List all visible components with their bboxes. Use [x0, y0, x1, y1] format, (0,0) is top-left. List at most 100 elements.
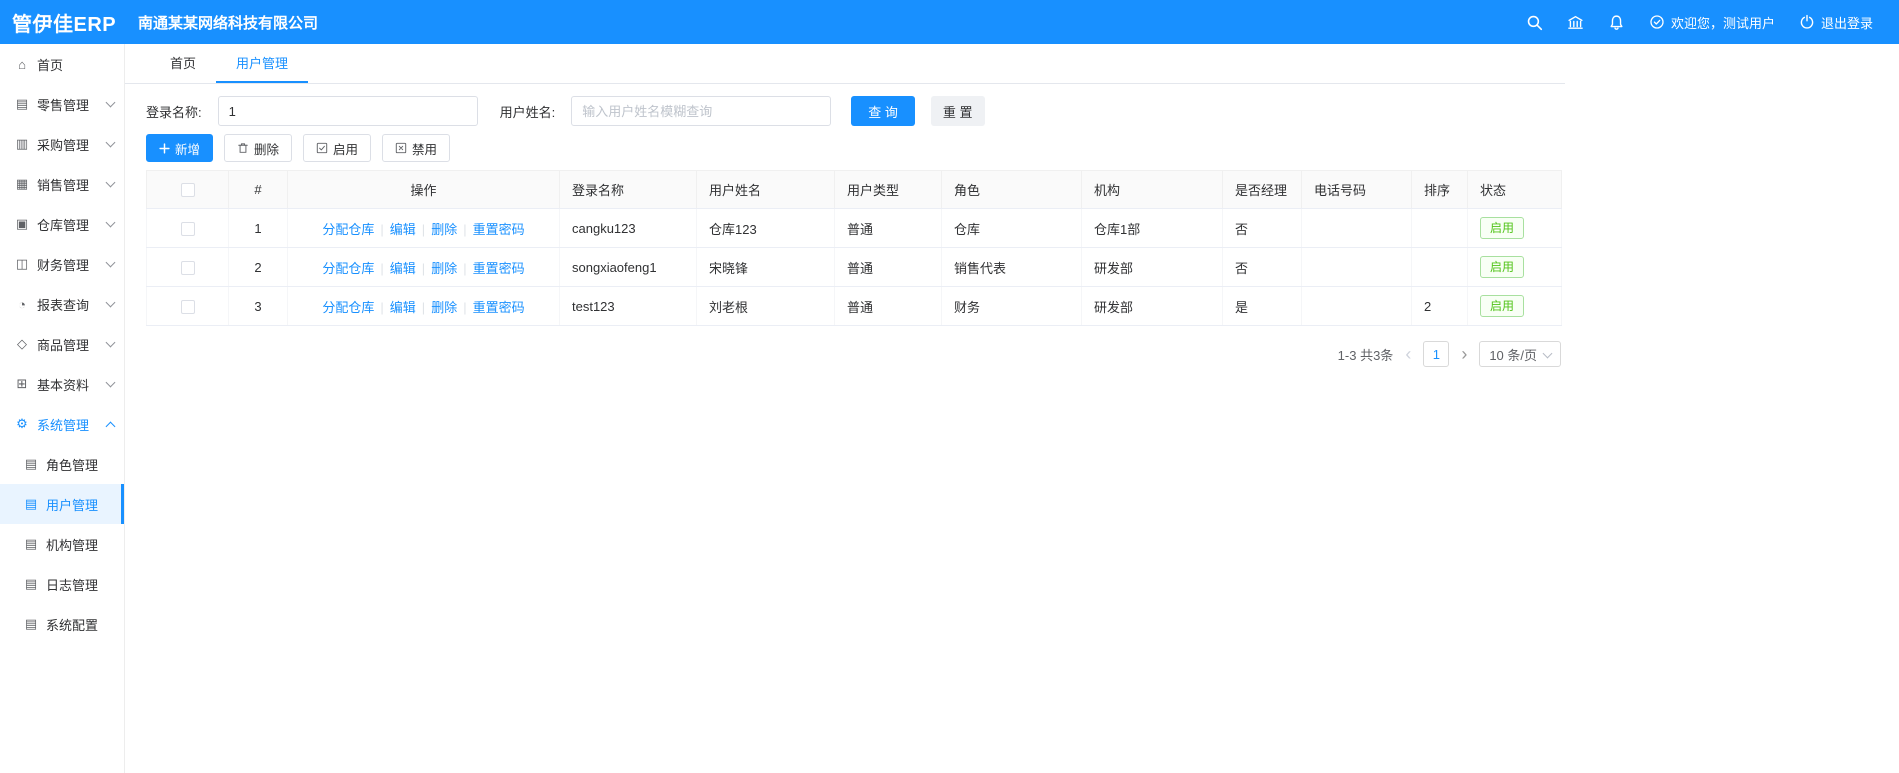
sidebar-item-goods[interactable]: ◇ 商品管理 — [0, 324, 124, 364]
table-row: 2 分配仓库 编辑删除 重置密码 songxiaofeng1 宋晓锋 普通 销售代表… — [146, 247, 1562, 287]
row-checkbox[interactable] — [180, 260, 195, 275]
column-header: 排序 — [1411, 170, 1468, 209]
filter-bar: 登录名称: 用户姓名: 查 询 重 置 — [146, 96, 1565, 126]
reset-password-link[interactable]: 重置密码 — [473, 261, 525, 276]
delete-link[interactable]: 删除 — [431, 222, 457, 237]
cell-manager: 否 — [1222, 208, 1302, 248]
tab-home[interactable]: 首页 — [150, 44, 216, 83]
top-header: 管伊佳ERP 南通某某网络科技有限公司 欢迎您，测试用户 退出登录 — [0, 0, 1899, 44]
user-name-input[interactable] — [571, 96, 832, 126]
edit-link[interactable]: 编辑 — [390, 261, 416, 276]
sidebar-item-finance[interactable]: ◫ 财务管理 — [0, 244, 124, 284]
link-separator — [422, 261, 425, 276]
sidebar-subitem-config[interactable]: ▤ 系统配置 — [0, 604, 124, 644]
add-button[interactable]: 新增 — [146, 134, 214, 162]
row-checkbox[interactable] — [180, 221, 195, 236]
cell-status: 启用 — [1467, 247, 1562, 287]
bank-icon[interactable] — [1567, 14, 1584, 31]
current-page[interactable]: 1 — [1423, 341, 1450, 367]
enable-button[interactable]: 启用 — [303, 134, 372, 162]
cell-phone — [1301, 247, 1412, 287]
row-checkbox[interactable] — [180, 299, 195, 314]
assign-warehouse-link[interactable]: 分配仓库 — [322, 222, 374, 237]
trash-icon — [238, 143, 248, 153]
basic-icon: ⊞ — [16, 376, 28, 391]
column-header: 状态 — [1467, 170, 1562, 209]
doc-icon: ▤ — [24, 616, 38, 631]
cell-phone — [1301, 208, 1412, 248]
tab-bar: 首页 用户管理 — [125, 44, 1565, 84]
status-badge[interactable]: 启用 — [1480, 256, 1525, 278]
prev-page-button[interactable] — [1401, 345, 1415, 363]
sidebar-item-retail[interactable]: ▤ 零售管理 — [0, 84, 124, 124]
goods-icon: ◇ — [17, 336, 27, 351]
doc-icon: ▤ — [24, 496, 38, 511]
warehouse-icon: ▣ — [15, 216, 29, 231]
sidebar-item-purchase[interactable]: ▥ 采购管理 — [0, 124, 124, 164]
user-table: #操作登录名称用户姓名用户类型角色机构是否经理电话号码排序状态 1 分配仓库编辑… — [146, 170, 1562, 326]
chevron-down-icon — [105, 137, 116, 147]
edit-link[interactable]: 编辑 — [390, 300, 416, 315]
sidebar-item-sales[interactable]: ▦ 销售管理 — [0, 164, 124, 204]
sidebar-item-warehouse[interactable]: ▣ 仓库管理 — [0, 204, 124, 244]
chevron-down-icon — [105, 97, 116, 107]
bell-icon[interactable] — [1608, 14, 1625, 31]
table-body: 1 分配仓库编辑删除重置密码 cangku123 仓库123 普通 仓库 仓库1… — [146, 208, 1562, 326]
delete-link[interactable]: 删除 — [431, 300, 457, 315]
status-badge[interactable]: 启用 — [1480, 295, 1525, 317]
delete-button[interactable]: 删除 — [224, 134, 293, 162]
welcome-text: 欢迎您，测试用户 — [1670, 15, 1775, 31]
retail-icon: ▤ — [15, 96, 29, 111]
column-header: 机构 — [1081, 170, 1223, 209]
disable-button[interactable]: 禁用 — [382, 134, 451, 162]
assign-warehouse-link[interactable]: 分配仓库 — [322, 300, 374, 315]
row-index: 3 — [228, 286, 288, 326]
next-page-button[interactable] — [1457, 345, 1471, 363]
reset-password-link[interactable]: 重置密码 — [473, 300, 525, 315]
cell-sort — [1411, 208, 1468, 248]
delete-link[interactable]: 删除 — [431, 261, 457, 276]
sidebar-subitem-user[interactable]: ▤ 用户管理 — [0, 484, 124, 524]
logout-button[interactable]: 退出登录 — [1799, 13, 1873, 32]
row-actions: 分配仓库 编辑删除 重置密码 — [287, 247, 560, 287]
cell-login: test123 — [559, 286, 697, 326]
login-name-input[interactable] — [217, 96, 478, 126]
cell-manager: 是 — [1222, 286, 1302, 326]
sidebar-subitem-role[interactable]: ▤ 角色管理 — [0, 444, 124, 484]
cell-status: 启用 — [1467, 208, 1562, 248]
cell-usertype: 普通 — [834, 208, 942, 248]
welcome-user[interactable]: 欢迎您，测试用户 — [1649, 13, 1775, 32]
page-size-select[interactable]: 10 条/页 — [1479, 341, 1561, 367]
link-separator — [380, 300, 383, 315]
select-all-checkbox[interactable] — [180, 183, 195, 198]
sidebar-item-report[interactable]: ◔ 报表查询 — [0, 284, 124, 324]
column-header: 登录名称 — [559, 170, 697, 209]
row-actions: 分配仓库 编辑删除 重置密码 — [287, 286, 560, 326]
column-header: 电话号码 — [1301, 170, 1412, 209]
reset-password-link[interactable]: 重置密码 — [473, 222, 525, 237]
edit-link[interactable]: 编辑 — [390, 222, 416, 237]
sidebar-subitem-log[interactable]: ▤ 日志管理 — [0, 564, 124, 604]
chevron-up-icon — [105, 421, 116, 431]
link-separator — [463, 222, 466, 237]
app-logo: 管伊佳ERP — [12, 13, 117, 36]
company-name: 南通某某网络科技有限公司 — [138, 14, 319, 32]
cell-status: 启用 — [1467, 286, 1562, 326]
search-button[interactable]: 查 询 — [851, 96, 915, 126]
table-row: 1 分配仓库 编辑删除 重置密码 cangku123 仓库123 普通 仓库 仓库1… — [146, 208, 1562, 248]
tab-user-management[interactable]: 用户管理 — [216, 44, 309, 83]
assign-warehouse-link[interactable]: 分配仓库 — [322, 261, 374, 276]
link-separator — [463, 261, 466, 276]
cell-org: 研发部 — [1081, 247, 1223, 287]
cell-role: 销售代表 — [941, 247, 1082, 287]
sidebar-item-basic[interactable]: ⊞ 基本资料 — [0, 364, 124, 404]
status-badge[interactable]: 启用 — [1480, 217, 1525, 239]
pagination-summary: 1-3 共3条 — [1337, 347, 1394, 363]
sidebar-item-system[interactable]: ⚙ 系统管理 — [0, 404, 124, 444]
sidebar-subitem-org[interactable]: ▤ 机构管理 — [0, 524, 124, 564]
search-icon[interactable] — [1526, 14, 1543, 31]
reset-button[interactable]: 重 置 — [930, 96, 985, 126]
sidebar-item-home[interactable]: ⌂ 首页 — [0, 44, 124, 84]
column-header: 角色 — [941, 170, 1082, 209]
link-separator — [380, 261, 383, 276]
